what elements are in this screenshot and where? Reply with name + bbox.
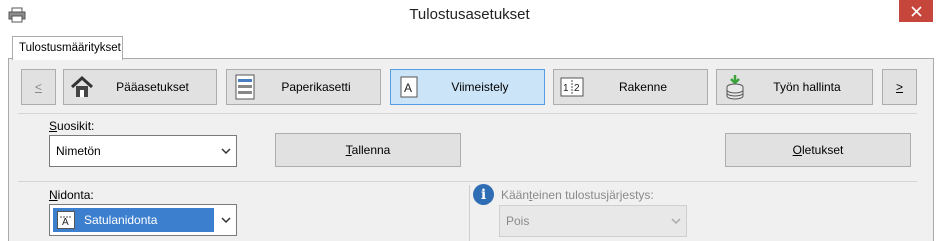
saddle-stitch-icon: A bbox=[57, 211, 75, 229]
nav-button-label: Rakenne bbox=[618, 80, 668, 94]
tab-label: Tulostusmääritykset bbox=[19, 42, 121, 54]
favorites-label: Suosikit: bbox=[49, 119, 95, 133]
svg-text:1: 1 bbox=[563, 83, 569, 94]
nav-button-rakenne[interactable]: 1 2 Rakenne bbox=[553, 69, 708, 105]
separator bbox=[18, 113, 917, 114]
save-button[interactable]: Tallenna bbox=[275, 133, 461, 167]
chevron-down-icon bbox=[671, 218, 681, 225]
svg-text:A: A bbox=[62, 217, 69, 227]
separator bbox=[18, 181, 917, 182]
title-bar: Tulostusasetukset bbox=[0, 0, 939, 31]
defaults-button[interactable]: Oletukset bbox=[725, 133, 911, 167]
nav-button-viimeistely[interactable]: A Viimeistely bbox=[390, 69, 545, 105]
chevron-down-icon bbox=[221, 217, 231, 224]
nav-button-label: Työn hallinta bbox=[773, 80, 841, 94]
window-title: Tulostusasetukset bbox=[409, 6, 530, 23]
binding-selected: A Satulanidonta bbox=[53, 208, 214, 232]
job-storage-icon bbox=[720, 72, 750, 102]
nav-next-button[interactable]: > bbox=[882, 69, 917, 105]
finishing-icon: A bbox=[394, 72, 424, 102]
layout-icon: 1 2 bbox=[557, 72, 587, 102]
reverse-order-label: Käänteinen tulostusjärjestys: bbox=[501, 188, 654, 202]
close-icon bbox=[910, 5, 922, 17]
svg-text:A: A bbox=[404, 81, 412, 95]
nav-button-paperikasetti[interactable]: Paperikasetti bbox=[226, 69, 381, 105]
close-button[interactable] bbox=[899, 0, 933, 22]
binding-label: Nidonta: bbox=[49, 188, 94, 202]
nav-prev-label: < bbox=[34, 80, 42, 94]
tab-tulostusmaaritykset[interactable]: Tulostusmääritykset bbox=[12, 36, 123, 60]
nav-button-label: Pääasetukset bbox=[116, 80, 189, 94]
nav-button-paaasetukset[interactable]: Pääasetukset bbox=[63, 69, 217, 105]
paper-tray-icon bbox=[230, 72, 260, 102]
house-icon bbox=[67, 72, 97, 102]
group-divider bbox=[469, 185, 470, 241]
nav-prev-button[interactable]: < bbox=[21, 69, 56, 105]
binding-value: Satulanidonta bbox=[84, 213, 158, 227]
chevron-down-icon bbox=[221, 148, 231, 155]
nav-next-label: > bbox=[895, 80, 903, 94]
reverse-order-value: Pois bbox=[506, 214, 530, 228]
reverse-order-select[interactable]: Pois bbox=[499, 205, 687, 237]
svg-text:2: 2 bbox=[574, 83, 580, 94]
nav-button-label: Viimeistely bbox=[451, 80, 509, 94]
binding-select[interactable]: A Satulanidonta bbox=[49, 204, 237, 236]
nav-button-tyon-hallinta[interactable]: Työn hallinta bbox=[716, 69, 873, 105]
info-icon[interactable]: i bbox=[473, 184, 494, 205]
nav-button-label: Paperikasetti bbox=[281, 80, 351, 94]
favorites-select[interactable]: Nimetön bbox=[49, 135, 237, 167]
favorites-value: Nimetön bbox=[56, 144, 101, 158]
